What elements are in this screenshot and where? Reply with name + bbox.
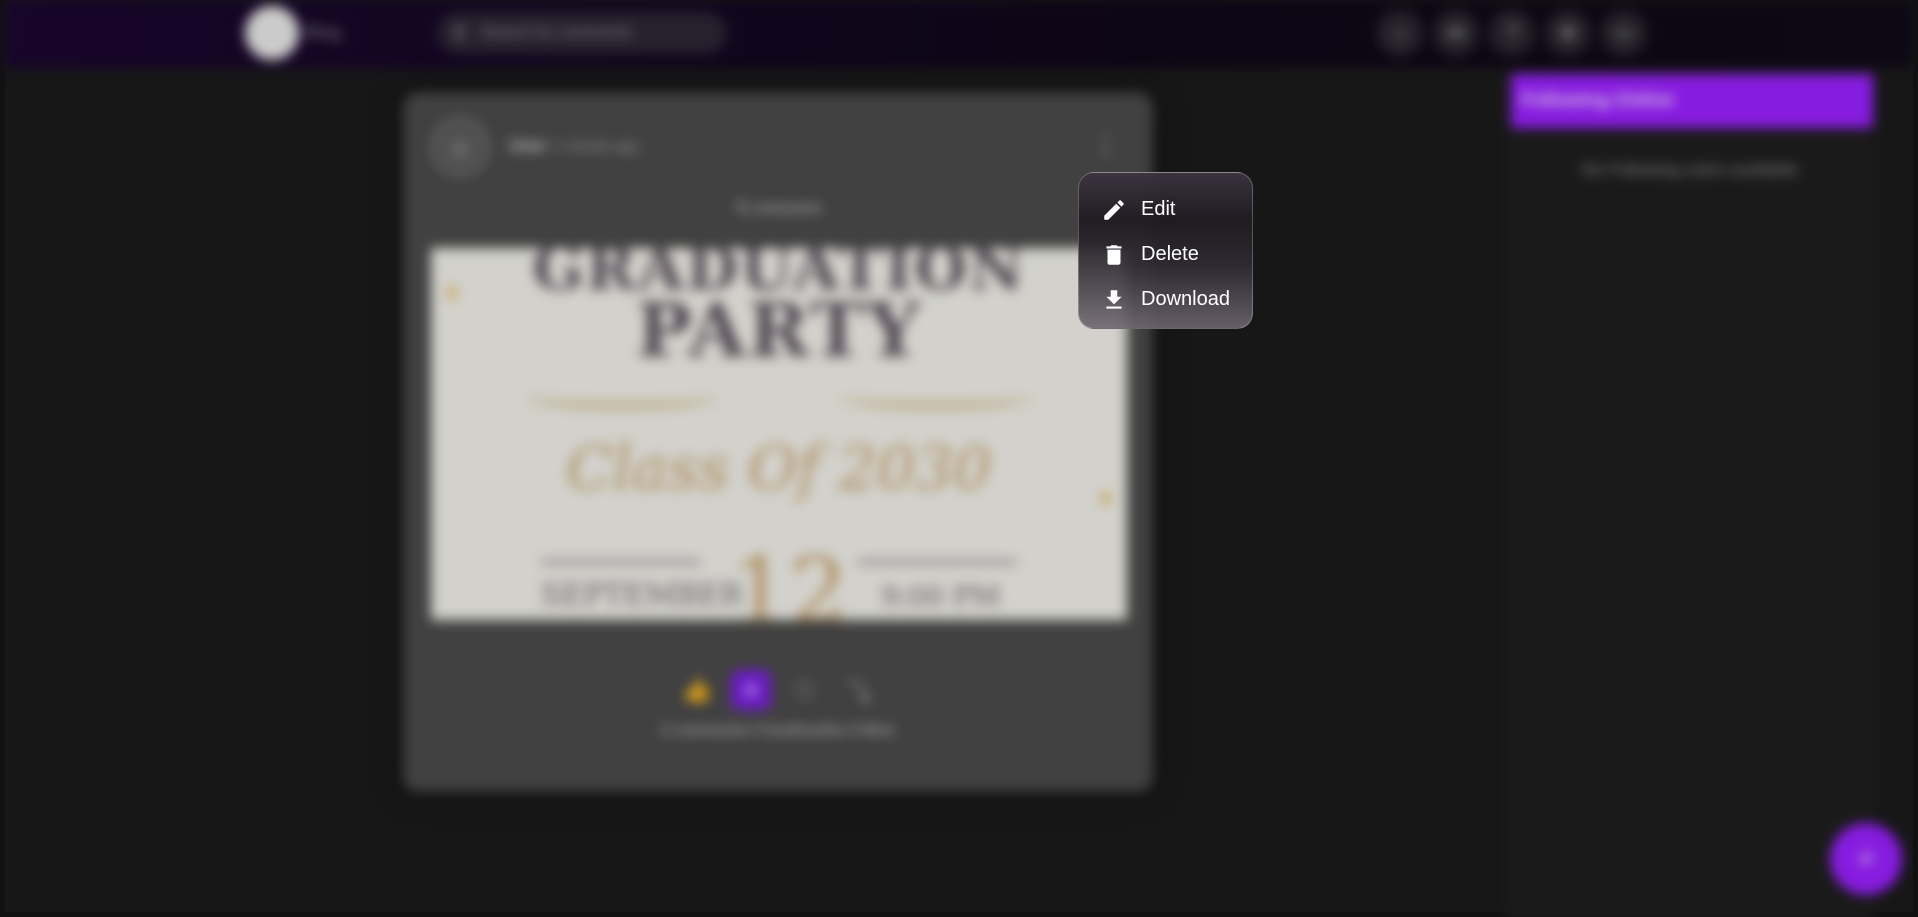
app-window: Blog ⚲ Search for comments ⌂ ✉ ? ⚙ ↦ ☺ U… bbox=[0, 0, 1918, 917]
menu-item-delete[interactable]: Delete bbox=[1079, 232, 1252, 277]
post-options-menu: Edit Delete Download bbox=[1078, 172, 1253, 329]
menu-item-edit[interactable]: Edit bbox=[1079, 187, 1252, 232]
modal-backdrop[interactable] bbox=[5, 0, 1913, 912]
pencil-icon bbox=[1104, 199, 1124, 220]
download-icon bbox=[1106, 289, 1122, 309]
menu-item-label: Edit bbox=[1141, 198, 1176, 220]
menu-item-download[interactable]: Download bbox=[1079, 277, 1252, 322]
menu-item-label: Download bbox=[1141, 288, 1230, 310]
trash-icon bbox=[1106, 244, 1122, 265]
menu-item-label: Delete bbox=[1141, 243, 1199, 265]
